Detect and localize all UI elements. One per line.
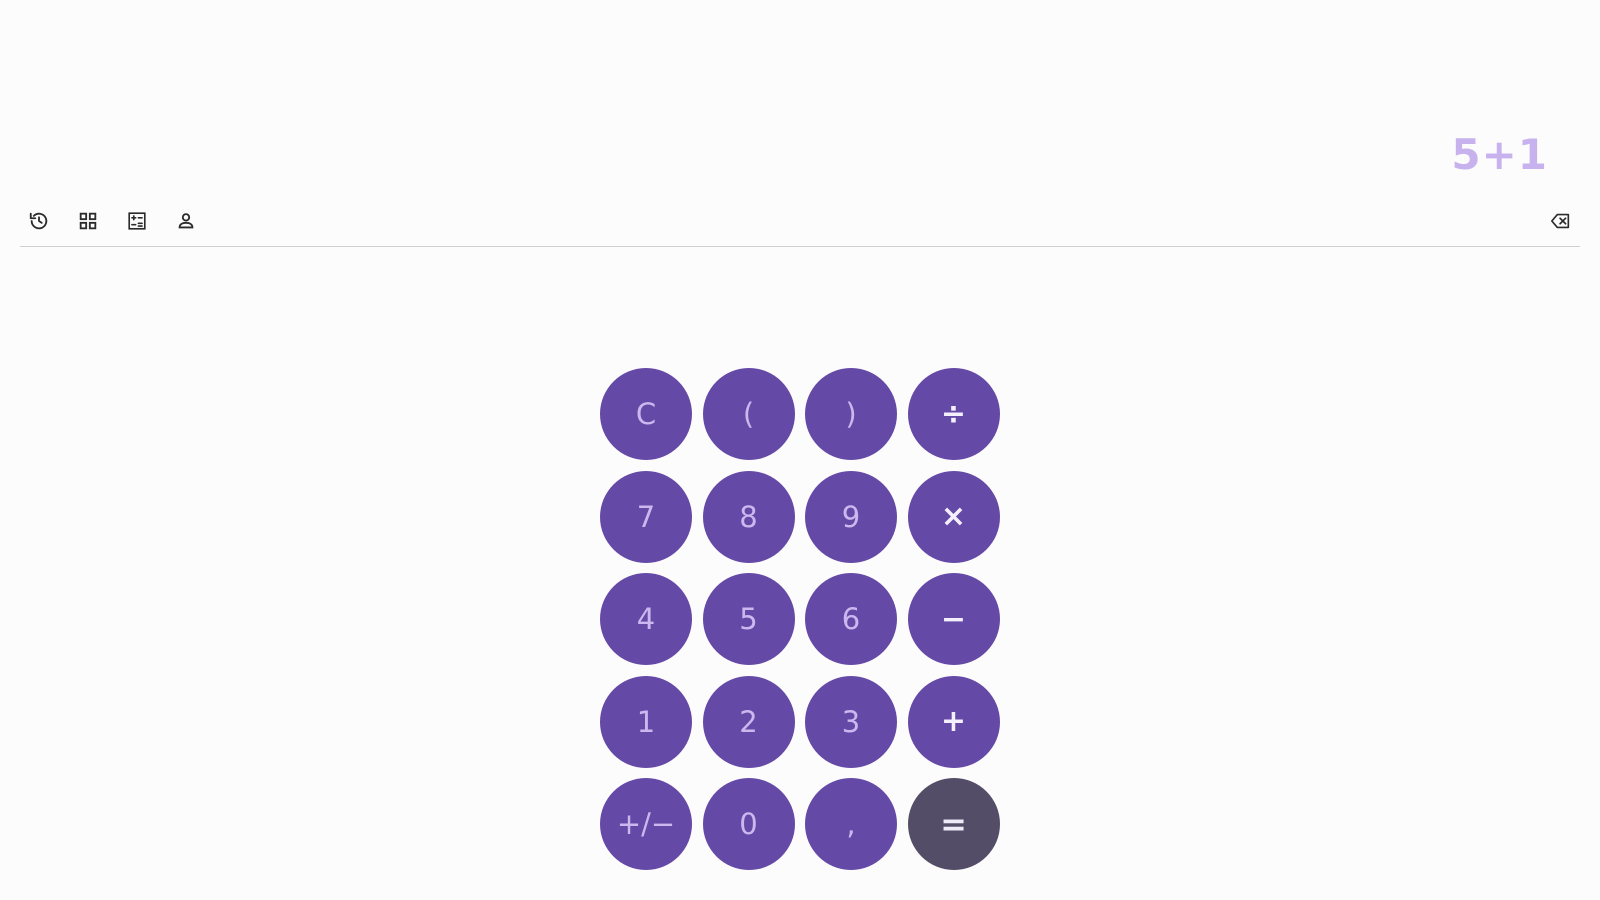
open-paren-button[interactable]: ( [702,368,795,460]
digit-9-button[interactable]: 9 [805,470,897,563]
digit-6-button[interactable]: 6 [805,573,897,665]
comma-button[interactable]: , [805,778,897,870]
digit-8-button[interactable]: 8 [702,470,795,563]
divide-button[interactable]: ÷ [907,368,1000,460]
plus-button[interactable]: + [907,675,1000,768]
backspace-icon[interactable] [1550,210,1572,232]
person-icon[interactable] [175,210,197,232]
digit-0-button[interactable]: 0 [702,778,795,870]
expression-display: 5+1 [1451,130,1548,179]
digit-4-button[interactable]: 4 [600,573,692,665]
digit-1-button[interactable]: 1 [600,675,692,768]
digit-7-button[interactable]: 7 [600,470,692,563]
grid-icon[interactable] [77,210,99,232]
digit-5-button[interactable]: 5 [702,573,795,665]
calculator-app: 5 +1 C () ÷ 7 8 9 × 4 5 6 − 1 2 3 + +/− … [0,0,1600,900]
keypad: C ( ) ÷ 7 8 9 × 4 5 6 − 1 2 3 + +/− 0 , … [600,368,1001,870]
close-paren-button[interactable]: ) [805,368,897,460]
minus-button[interactable]: − [907,573,1000,665]
digit-3-button[interactable]: 3 [805,675,897,768]
equals-button[interactable]: = [907,778,1000,870]
toolbar [20,200,1580,247]
negate-button[interactable]: +/− [600,778,692,870]
multiply-button[interactable]: × [907,470,1000,563]
calculator-icon[interactable] [126,210,148,232]
clear-button[interactable]: C [600,368,692,460]
digit-2-button[interactable]: 2 [702,675,795,768]
history-icon[interactable] [28,210,50,232]
